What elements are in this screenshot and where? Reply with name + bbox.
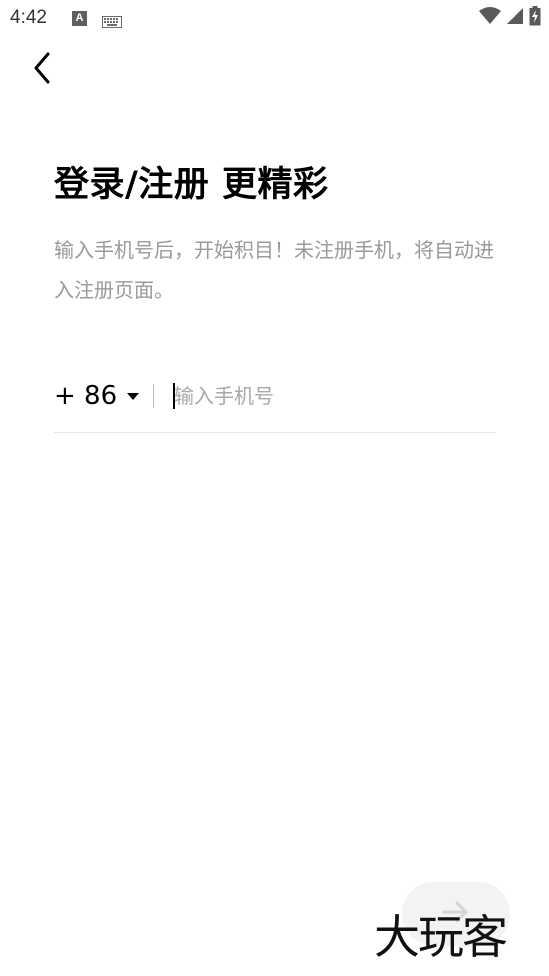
country-code-label: + 86 xyxy=(54,381,118,411)
text-cursor xyxy=(173,383,175,409)
status-icons xyxy=(479,6,541,30)
chevron-left-icon xyxy=(32,52,52,88)
caret-down-icon xyxy=(127,392,140,400)
watermark-logo: 大玩客 xyxy=(374,906,542,968)
input-divider xyxy=(153,384,154,408)
status-time: 4:42 xyxy=(10,7,47,28)
page-title: 登录/注册 更精彩 xyxy=(54,165,329,205)
a-notification-icon: A xyxy=(72,11,87,26)
page-subtitle: 输入手机号后，开始积目！未注册手机，将自动进入注册页面。 xyxy=(54,238,494,302)
phone-input-row: + 86 xyxy=(54,370,496,433)
back-button[interactable] xyxy=(22,50,62,90)
watermark-text: 大玩客 xyxy=(374,910,508,964)
battery-charging-icon xyxy=(529,6,541,30)
status-bar: 4:42 A xyxy=(0,0,549,36)
wifi-icon xyxy=(479,7,501,29)
country-code-selector[interactable]: + 86 xyxy=(54,380,140,412)
keyboard-icon xyxy=(102,13,122,28)
signal-icon xyxy=(506,7,524,29)
phone-number-input[interactable] xyxy=(172,378,494,414)
